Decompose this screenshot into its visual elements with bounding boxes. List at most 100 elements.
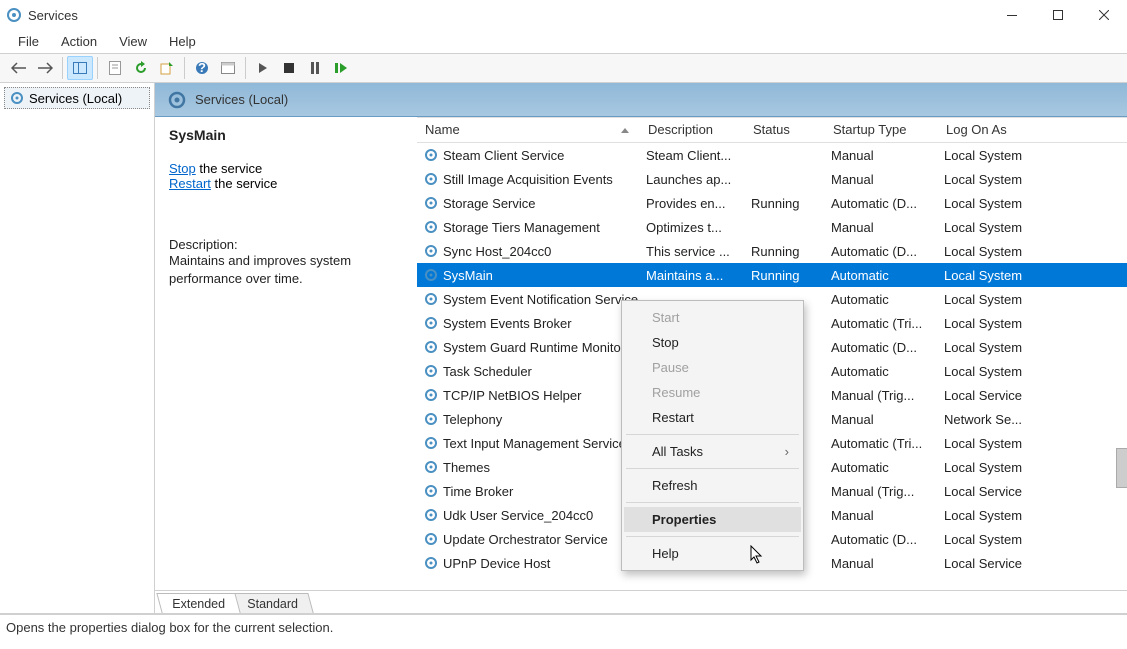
toolbar-separator (62, 57, 63, 79)
cell-startup: Automatic (D... (825, 244, 938, 259)
context-separator (626, 502, 799, 503)
menu-file[interactable]: File (8, 32, 49, 51)
service-row[interactable]: Storage ServiceProvides en...RunningAuto… (417, 191, 1127, 215)
cell-startup: Automatic (825, 460, 938, 475)
toolbar-separator (184, 57, 185, 79)
scrollbar-thumb[interactable] (1116, 448, 1127, 488)
tab-extended[interactable]: Extended (156, 593, 240, 613)
cell-name: Steam Client Service (417, 147, 640, 163)
column-header-name[interactable]: Name (417, 118, 640, 142)
console-button[interactable] (215, 56, 241, 80)
toolbar: ? (0, 53, 1127, 83)
context-menu: Start Stop Pause Resume Restart All Task… (621, 300, 804, 571)
window-title: Services (28, 8, 989, 23)
start-service-button[interactable] (250, 56, 276, 80)
export-button[interactable] (154, 56, 180, 80)
context-resume: Resume (624, 380, 801, 405)
context-properties[interactable]: Properties (624, 507, 801, 532)
help-button[interactable]: ? (189, 56, 215, 80)
stop-suffix: the service (196, 161, 262, 176)
cell-logon: Local System (938, 292, 1053, 307)
service-row[interactable]: Still Image Acquisition EventsLaunches a… (417, 167, 1127, 191)
cell-description: This service ... (640, 244, 745, 259)
column-header-logon[interactable]: Log On As (938, 118, 1053, 142)
cell-description: Provides en... (640, 196, 745, 211)
column-header-description[interactable]: Description (640, 118, 745, 142)
context-all-tasks[interactable]: All Tasks (624, 439, 801, 464)
status-text: Opens the properties dialog box for the … (6, 620, 333, 635)
menu-action[interactable]: Action (51, 32, 107, 51)
tab-standard[interactable]: Standard (231, 593, 313, 613)
properties-button[interactable] (102, 56, 128, 80)
context-refresh[interactable]: Refresh (624, 473, 801, 498)
column-header-status[interactable]: Status (745, 118, 825, 142)
cell-startup: Manual (825, 148, 938, 163)
restart-service-link[interactable]: Restart (169, 176, 211, 191)
description-text: Maintains and improves system performanc… (169, 252, 403, 287)
cell-description: Steam Client... (640, 148, 745, 163)
cell-status: Running (745, 244, 825, 259)
cell-logon: Local System (938, 532, 1053, 547)
stop-service-link[interactable]: Stop (169, 161, 196, 176)
tree-item-services-local[interactable]: Services (Local) (4, 87, 150, 109)
restart-service-link-line: Restart the service (169, 176, 403, 191)
back-button[interactable] (6, 56, 32, 80)
cell-logon: Local Service (938, 388, 1053, 403)
forward-button[interactable] (32, 56, 58, 80)
menu-help[interactable]: Help (159, 32, 206, 51)
cell-logon: Local System (938, 268, 1053, 283)
cell-logon: Local System (938, 220, 1053, 235)
main-content: Services (Local) Services (Local) SysMai… (0, 83, 1127, 614)
maximize-button[interactable] (1035, 0, 1081, 30)
status-bar: Opens the properties dialog box for the … (0, 614, 1127, 639)
restart-service-button[interactable] (328, 56, 354, 80)
service-row[interactable]: Storage Tiers ManagementOptimizes t...Ma… (417, 215, 1127, 239)
service-row[interactable]: Sync Host_204cc0This service ...RunningA… (417, 239, 1127, 263)
cell-startup: Automatic (D... (825, 196, 938, 211)
minimize-button[interactable] (989, 0, 1035, 30)
cell-startup: Automatic (Tri... (825, 316, 938, 331)
context-help[interactable]: Help (624, 541, 801, 566)
cell-status: Running (745, 268, 825, 283)
services-app-icon (6, 7, 22, 23)
toolbar-separator (245, 57, 246, 79)
cell-name: Text Input Management Service (417, 435, 640, 451)
context-separator (626, 468, 799, 469)
cell-logon: Local System (938, 460, 1053, 475)
list-header: Name Description Status Startup Type Log… (417, 117, 1127, 143)
service-row[interactable]: SysMainMaintains a...RunningAutomaticLoc… (417, 263, 1127, 287)
show-tree-button[interactable] (67, 56, 93, 80)
cell-name: Time Broker (417, 483, 640, 499)
cell-startup: Automatic (825, 364, 938, 379)
cell-startup: Automatic (D... (825, 532, 938, 547)
close-button[interactable] (1081, 0, 1127, 30)
context-separator (626, 434, 799, 435)
stop-service-button[interactable] (276, 56, 302, 80)
cell-name: TCP/IP NetBIOS Helper (417, 387, 640, 403)
cell-name: Storage Service (417, 195, 640, 211)
arrow-right-icon (37, 62, 53, 74)
tree-pane: Services (Local) (0, 83, 155, 613)
cell-name: SysMain (417, 267, 640, 283)
tree-item-label: Services (Local) (29, 91, 122, 106)
cell-logon: Local System (938, 340, 1053, 355)
cell-description: Optimizes t... (640, 220, 745, 235)
refresh-button[interactable] (128, 56, 154, 80)
gear-icon (9, 90, 25, 106)
cell-logon: Network Se... (938, 412, 1053, 427)
service-row[interactable]: Steam Client ServiceSteam Client... Manua… (417, 143, 1127, 167)
help-icon: ? (195, 61, 209, 75)
menu-view[interactable]: View (109, 32, 157, 51)
cell-name: System Event Notification Service (417, 291, 640, 307)
cell-logon: Local System (938, 436, 1053, 451)
cell-startup: Manual (825, 556, 938, 571)
context-stop[interactable]: Stop (624, 330, 801, 355)
cell-name: UPnP Device Host (417, 555, 640, 571)
context-restart[interactable]: Restart (624, 405, 801, 430)
pause-service-button[interactable] (302, 56, 328, 80)
column-header-startup[interactable]: Startup Type (825, 118, 938, 142)
menu-bar: File Action View Help (0, 30, 1127, 53)
cell-logon: Local System (938, 316, 1053, 331)
gear-icon (167, 90, 187, 110)
cell-startup: Manual (Trig... (825, 388, 938, 403)
